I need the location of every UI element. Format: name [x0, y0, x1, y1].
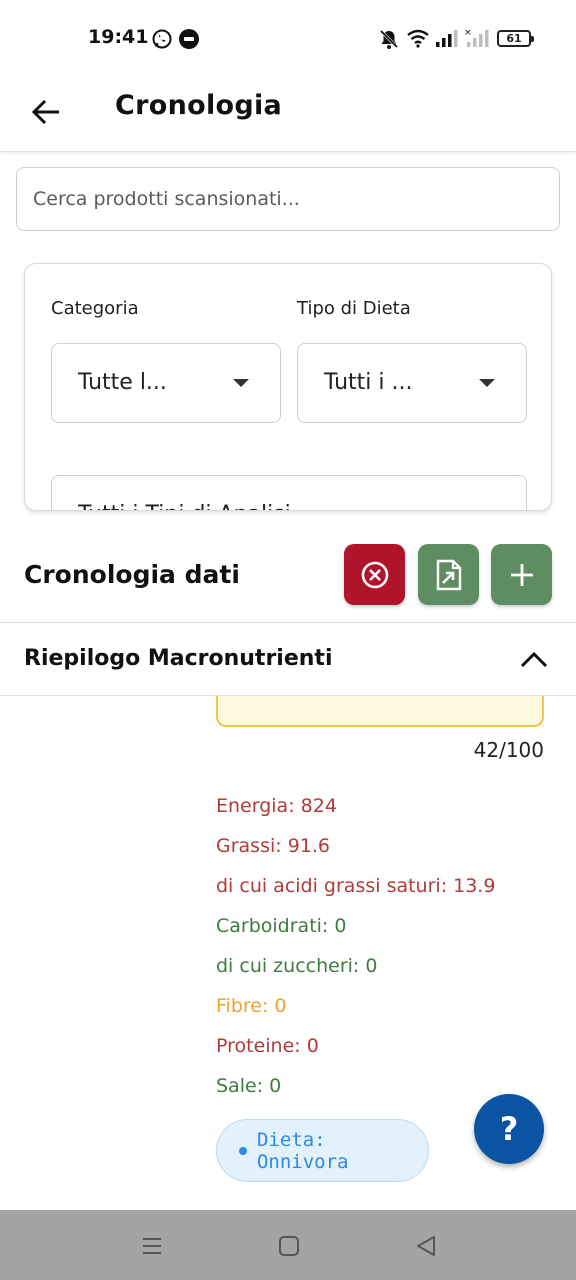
status-time: 19:41: [88, 26, 149, 48]
dropdown-arrow-icon: [233, 379, 249, 387]
diet-badge-label: Dieta: Onnivora: [256, 1128, 349, 1173]
cancel-circle-icon: [361, 561, 388, 588]
wifi-icon: [406, 28, 430, 52]
search-field[interactable]: [16, 167, 560, 231]
macro-summary-header[interactable]: Riepilogo Macronutrienti: [0, 624, 576, 696]
search-input[interactable]: [17, 168, 559, 230]
svg-text:×: ×: [464, 28, 472, 38]
history-title: Cronologia dati: [24, 560, 240, 589]
nutrient-salt: Sale: 0: [216, 1075, 282, 1097]
nutrient-protein: Proteine: 0: [216, 1035, 319, 1057]
app-bar: Cronologia: [0, 76, 576, 152]
nutrient-carbohydrates: Carboidrati: 0: [216, 915, 347, 937]
nutrient-fat: Grassi: 91.6: [216, 835, 330, 857]
screen: 19:41 × 61 Cronologia Categoria: [0, 0, 576, 1280]
menu-icon[interactable]: [136, 1230, 168, 1262]
app-notification-icon: [178, 28, 200, 54]
diet-badge: Dieta: Onnivora: [216, 1119, 429, 1182]
nutrient-fiber: Fibre: 0: [216, 995, 287, 1017]
category-dropdown-value: Tutte l...: [78, 370, 167, 395]
help-button[interactable]: ?: [474, 1094, 544, 1164]
nutrient-saturated-fat: di cui acidi grassi saturi: 13.9: [216, 875, 496, 897]
signal-icon: [435, 28, 459, 52]
back-triangle-icon[interactable]: [410, 1230, 442, 1262]
nutrient-energy: Energia: 824: [216, 795, 337, 817]
dot-icon: [239, 1146, 247, 1155]
export-button[interactable]: [418, 544, 479, 605]
signal-noservice-icon: ×: [464, 28, 490, 52]
status-bar: 19:41 × 61: [0, 0, 576, 76]
export-file-icon: [436, 559, 461, 590]
arrow-left-icon: [31, 99, 59, 125]
dropdown-arrow-icon: [479, 379, 495, 387]
battery-icon: 61: [497, 30, 534, 47]
mute-icon: [378, 28, 400, 54]
diet-type-dropdown-value: Tutti i ...: [324, 370, 413, 395]
collapse-button[interactable]: [514, 642, 554, 678]
whatsapp-icon: [151, 28, 173, 54]
back-button[interactable]: [24, 90, 68, 134]
category-label: Categoria: [51, 298, 139, 319]
history-header: Cronologia dati: [0, 527, 576, 623]
score-value: 42/100: [473, 738, 544, 762]
plus-icon: [510, 563, 533, 586]
analysis-type-dropdown-value: Tutti i Tipi di Analisi: [78, 502, 291, 510]
chevron-up-icon: [520, 651, 548, 668]
clear-history-button[interactable]: [344, 544, 405, 605]
macro-summary-title: Riepilogo Macronutrienti: [24, 646, 333, 671]
analysis-type-dropdown[interactable]: Tutti i Tipi di Analisi: [51, 475, 527, 510]
nutrient-sugars: di cui zuccheri: 0: [216, 955, 378, 977]
category-dropdown[interactable]: Tutte l...: [51, 343, 281, 423]
diet-type-label: Tipo di Dieta: [297, 298, 411, 319]
system-navigation-bar: [0, 1210, 576, 1280]
diet-type-dropdown[interactable]: Tutti i ...: [297, 343, 527, 423]
filter-card: Categoria Tipo di Dieta Tutte l... Tutti…: [24, 263, 552, 511]
add-button[interactable]: [491, 544, 552, 605]
home-icon[interactable]: [273, 1230, 305, 1262]
page-title: Cronologia: [115, 90, 283, 121]
